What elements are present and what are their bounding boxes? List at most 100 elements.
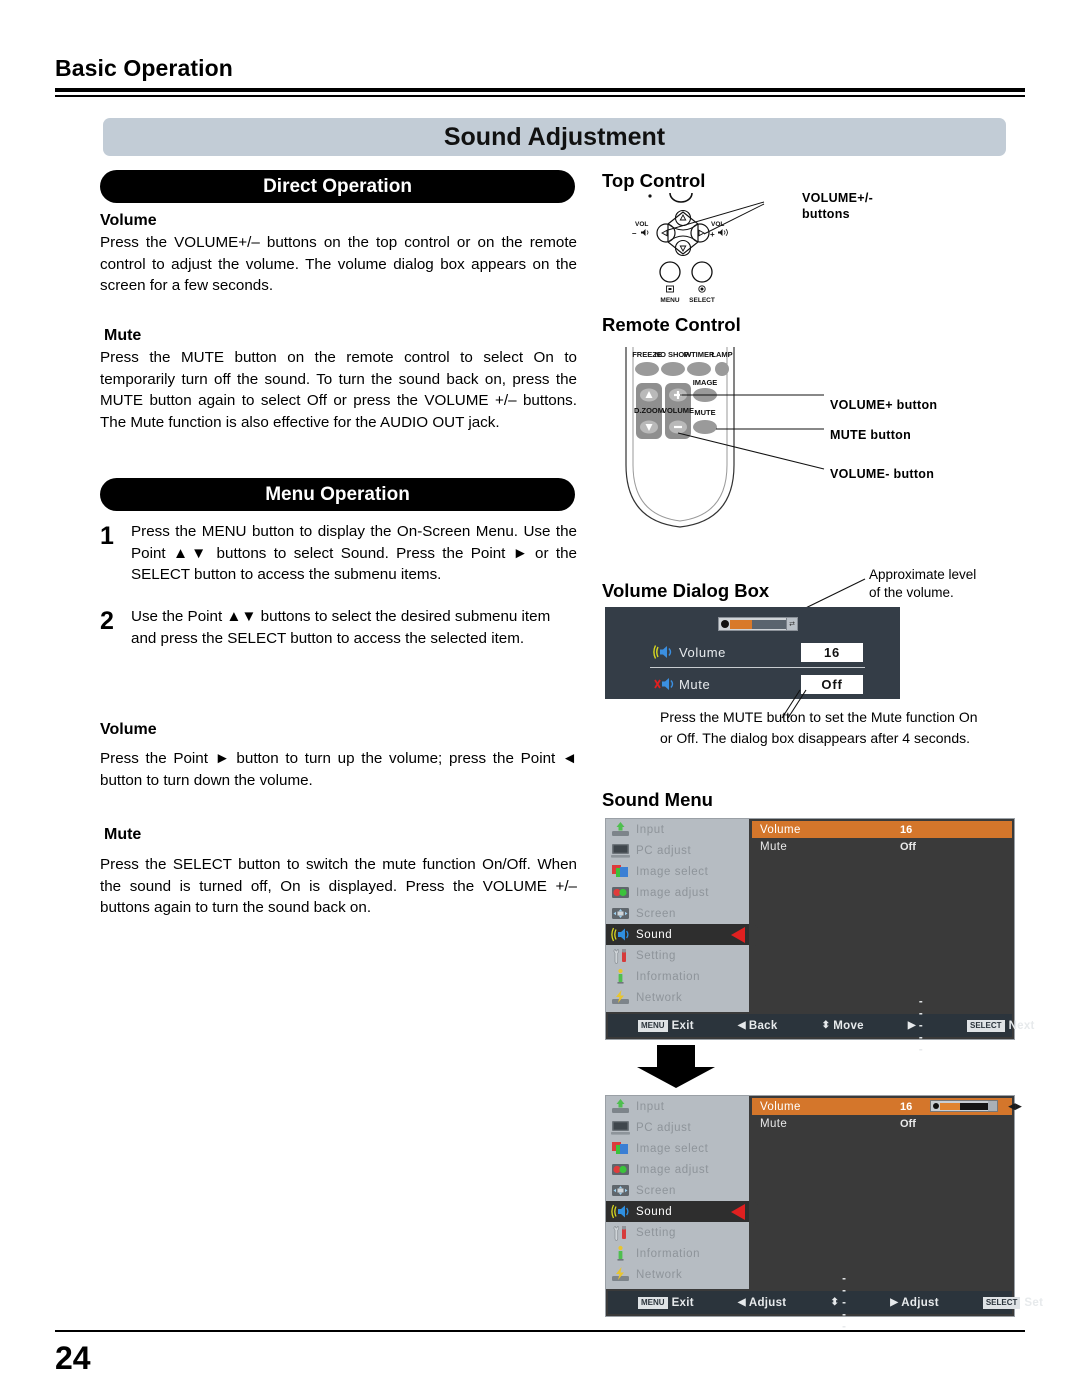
osd-main-panel-1: Volume 16 Mute Off bbox=[752, 821, 1012, 1010]
osd-sidebar-item-label: Network bbox=[636, 991, 683, 1004]
osd-hint-label: ----- bbox=[842, 1272, 847, 1333]
osd-sidebar-item-information[interactable]: Information bbox=[606, 1243, 749, 1264]
osd-sidebar-item-label: PC adjust bbox=[636, 844, 692, 857]
svg-text:+: + bbox=[710, 230, 715, 239]
volume-heading-direct: Volume bbox=[100, 212, 157, 229]
manual-page: Basic Operation Sound Adjustment Direct … bbox=[0, 0, 1080, 1397]
osd-row-mute[interactable]: Mute Off bbox=[752, 838, 1012, 855]
volume-body-direct: Press the VOLUME+/– buttons on the top c… bbox=[100, 234, 577, 294]
network-icon bbox=[612, 1267, 629, 1281]
osd-sidebar-item-pc-adjust[interactable]: PC adjust bbox=[606, 840, 749, 861]
sound-menu-heading: Sound Menu bbox=[602, 789, 713, 810]
osd-sidebar-item-setting[interactable]: Setting bbox=[606, 1222, 749, 1243]
mute-heading-direct: Mute bbox=[104, 327, 142, 344]
osd-hint-glyph-icon: ▶ bbox=[907, 1020, 916, 1031]
osd-sidebar-item-sound[interactable]: Sound bbox=[606, 924, 749, 945]
menu-operation-label: Menu Operation bbox=[265, 483, 410, 505]
osd-sidebar-item-screen[interactable]: Screen bbox=[606, 1180, 749, 1201]
osd-sidebar-item-label: Network bbox=[636, 1268, 683, 1281]
svg-text:MUTE: MUTE bbox=[694, 408, 715, 417]
osd-slider-d bbox=[933, 1103, 939, 1109]
section-title-bar: Sound Adjustment bbox=[103, 118, 1006, 156]
osd-hint-key-badge: SELECT bbox=[982, 1296, 1021, 1309]
osd-bottom-bar-2: MENU Exit ◀ Adjust ⬍ ----- ▶ Adjust SELECT Set bbox=[608, 1273, 1043, 1333]
osd-row-volume[interactable]: Volume 16 ◀▶ bbox=[752, 1098, 1022, 1115]
osd-row-mute[interactable]: Mute Off bbox=[752, 1115, 1012, 1132]
osd-slider-r bbox=[960, 1102, 988, 1110]
osd-bottom-bar-1: MENU Exit ◀ Back ⬍ Move ▶ ----- SELECT Next bbox=[608, 996, 1034, 1056]
osd-hint-key-badge: MENU bbox=[638, 1296, 668, 1309]
svg-text:P-TIMER: P-TIMER bbox=[684, 350, 715, 359]
osd-sidebar-item-network[interactable]: Network bbox=[606, 1264, 749, 1285]
svg-text:IMAGE: IMAGE bbox=[693, 378, 718, 387]
volume-dialog-mute-label: Mute bbox=[679, 676, 711, 692]
svg-text:VOL: VOL bbox=[635, 221, 648, 228]
osd-sidebar-item-screen[interactable]: Screen bbox=[606, 903, 749, 924]
mute-body-direct: Press the MUTE button on the remote cont… bbox=[100, 349, 577, 431]
section-title: Sound Adjustment bbox=[443, 122, 666, 151]
footer-rule bbox=[55, 1330, 1025, 1332]
osd-sidebar-item-image-select[interactable]: Image select bbox=[606, 1138, 749, 1159]
osd-bottom-hint-dash: ▶ ----- bbox=[908, 996, 923, 1056]
osd-slider-e bbox=[988, 1101, 997, 1111]
direct-operation-label: Direct Operation bbox=[263, 175, 412, 197]
osd-sidebar-item-input[interactable]: Input bbox=[606, 1096, 749, 1117]
osd-slider-arrows-icon[interactable]: ◀▶ bbox=[1004, 1100, 1026, 1112]
volume-bar-end-icon: ⇄ bbox=[786, 618, 797, 630]
osd-row-key: Volume bbox=[760, 1100, 801, 1113]
osd-row-volume[interactable]: Volume 16 bbox=[752, 821, 1012, 838]
flow-down-arrow-icon bbox=[637, 1045, 715, 1088]
osd-sidebar-item-label: Sound bbox=[636, 1205, 673, 1218]
osd-sidebar-item-image-adjust[interactable]: Image adjust bbox=[606, 1159, 749, 1180]
osd-sidebar-item-image-select[interactable]: Image select bbox=[606, 861, 749, 882]
monitor-icon bbox=[611, 844, 630, 858]
osd-sidebar-item-label: Image adjust bbox=[636, 886, 710, 899]
sound-menu-screenshot-2: Input PC adjust Image select Image adjust Sc… bbox=[605, 1095, 1043, 1333]
osd-hint-label: Adjust bbox=[901, 1296, 939, 1309]
osd-row-key: Mute bbox=[760, 840, 788, 853]
osd-sidebar-item-setting[interactable]: Setting bbox=[606, 945, 749, 966]
volume-dialog-volume-label: Volume bbox=[679, 644, 726, 660]
osd-volume-slider[interactable] bbox=[930, 1100, 998, 1112]
osd-sidebar-item-input[interactable]: Input bbox=[606, 819, 749, 840]
screen-icon bbox=[612, 1185, 629, 1196]
osd-sidebar-item-image-adjust[interactable]: Image adjust bbox=[606, 882, 749, 903]
osd-hint-label: Move bbox=[833, 1019, 864, 1032]
osd-sidebar-item-sound[interactable]: Sound bbox=[606, 1201, 749, 1222]
osd-row-value: Off bbox=[900, 840, 916, 853]
osd-sidebar-item-label: Image select bbox=[636, 1142, 709, 1155]
osd-sidebar-2: Input PC adjust Image select Image adjust Sc… bbox=[606, 1096, 749, 1289]
image-adjust-icon bbox=[612, 887, 629, 898]
mute-heading-menu: Mute bbox=[104, 826, 142, 843]
osd-row-key: Mute bbox=[760, 1117, 788, 1130]
running-head: Basic Operation bbox=[55, 55, 233, 81]
osd-sidebar-item-network[interactable]: Network bbox=[606, 987, 749, 1008]
osd-hint-key-badge: SELECT bbox=[967, 1019, 1005, 1032]
osd-sidebar-item-label: Image adjust bbox=[636, 1163, 710, 1176]
input-icon bbox=[612, 1099, 629, 1113]
volume-body-menu: Press the Point ► button to turn up the … bbox=[100, 750, 577, 789]
osd-bottom-hint-adjust: ▶ Adjust bbox=[890, 1297, 939, 1309]
svg-text:LAMP: LAMP bbox=[711, 350, 732, 359]
image-select-icon bbox=[612, 865, 628, 877]
volume-dialog-divider bbox=[650, 667, 865, 668]
speaker-on-icon bbox=[653, 645, 672, 659]
speaker-icon bbox=[611, 927, 629, 942]
remote-volume-minus-callout: VOLUME- button bbox=[830, 467, 935, 481]
volume-heading-menu: Volume bbox=[100, 721, 157, 738]
osd-hint-glyph-icon: ▶ bbox=[890, 1297, 899, 1308]
volume-dialog-callout: Approximate level of the volume. bbox=[869, 567, 977, 600]
osd-selection-tab bbox=[749, 925, 758, 946]
step-1-number: 1 bbox=[100, 522, 114, 550]
osd-sidebar-item-information[interactable]: Information bbox=[606, 966, 749, 987]
osd-hint-glyph-icon: ◀ bbox=[737, 1297, 746, 1308]
osd-hint-label: Adjust bbox=[748, 1296, 787, 1309]
volume-dialog-mute-row: Mute Off bbox=[605, 669, 900, 699]
osd-sidebar-item-pc-adjust[interactable]: PC adjust bbox=[606, 1117, 749, 1138]
osd-row-key: Volume bbox=[760, 823, 801, 836]
osd-hint-label: Exit bbox=[671, 1019, 694, 1032]
osd-sidebar-item-label: Setting bbox=[636, 949, 677, 962]
osd-hint-label: Back bbox=[748, 1019, 778, 1032]
osd-sidebar-item-label: Input bbox=[636, 823, 665, 836]
osd-hint-key-badge: MENU bbox=[638, 1019, 668, 1032]
